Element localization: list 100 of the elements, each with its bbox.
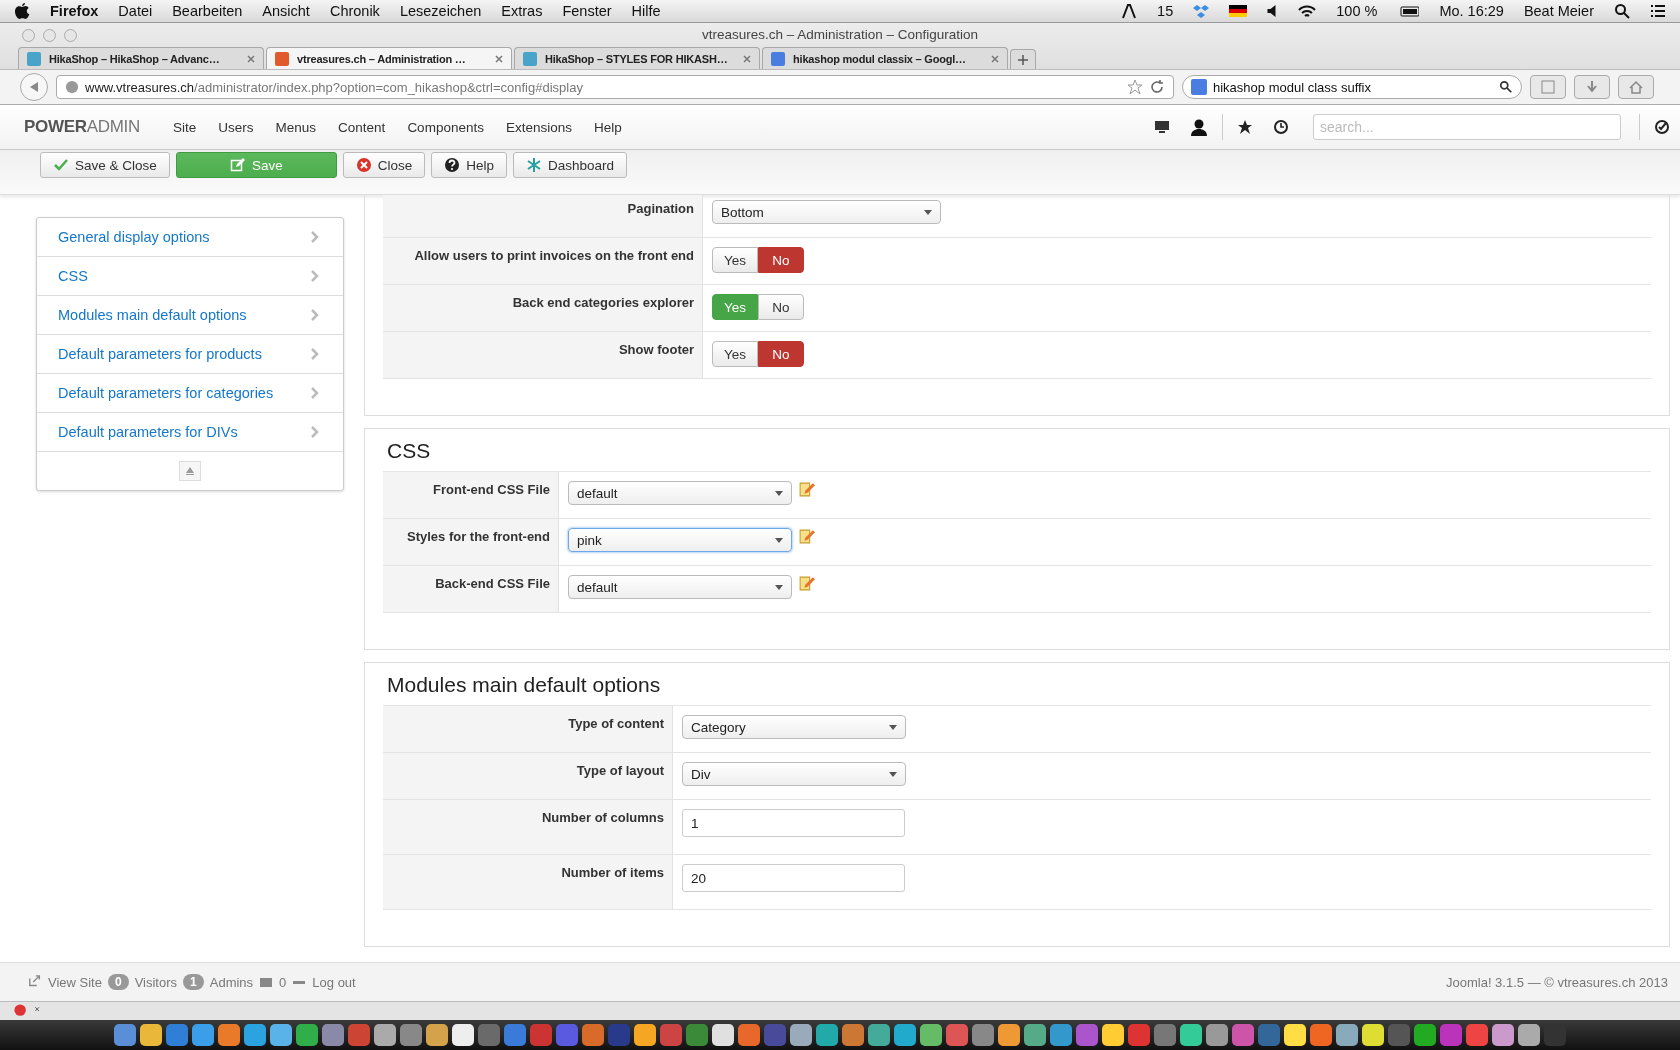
select-dropdown[interactable]: default — [568, 481, 792, 505]
notification-count: 15 — [1157, 3, 1174, 19]
close-icon[interactable] — [743, 54, 751, 63]
yes-button[interactable]: Yes — [712, 247, 758, 273]
dock-app-icon[interactable] — [1206, 1024, 1228, 1046]
select-dropdown[interactable]: Div — [682, 762, 906, 786]
logout-link[interactable]: Log out — [312, 974, 356, 990]
scroll-top-button[interactable] — [179, 461, 201, 481]
chevron-right-icon — [311, 348, 319, 360]
search-icon[interactable] — [1499, 80, 1513, 94]
browser-tab[interactable]: HikaShop – HikaShop – Advanc… — [18, 47, 264, 69]
menu-item[interactable]: Ansicht — [262, 3, 310, 19]
menu-item[interactable]: Lesezeichen — [399, 3, 482, 19]
dock-app-icon[interactable] — [998, 1024, 1020, 1046]
sidebar-link[interactable]: CSS — [37, 257, 343, 296]
dock-app-icon[interactable] — [270, 1024, 292, 1046]
address-bar[interactable]: www.vtreasures.ch/administrator/index.php?option=com_hikashop&ctrl=config#display — [56, 75, 1174, 99]
nav-link[interactable]: Help — [582, 119, 633, 135]
dock-app-icon[interactable] — [1102, 1024, 1124, 1046]
dock-app-icon[interactable] — [1024, 1024, 1046, 1046]
sidebar-link[interactable]: Default parameters for categories — [37, 374, 343, 413]
dock-app-icon[interactable] — [712, 1024, 734, 1046]
toolbar-button[interactable]: Close — [342, 152, 426, 178]
list-icon[interactable] — [1650, 3, 1666, 19]
dock-app-icon[interactable] — [452, 1024, 474, 1046]
dock-app-icon[interactable] — [140, 1024, 162, 1046]
dock-app-icon[interactable] — [790, 1024, 812, 1046]
toolbar-button[interactable]: Dashboard — [513, 152, 628, 178]
sidebar-link[interactable]: Default parameters for DIVs — [37, 413, 343, 452]
pencil-icon[interactable] — [798, 528, 815, 545]
dock-app-icon[interactable] — [894, 1024, 916, 1046]
browser-tab[interactable]: vtreasures.ch – Administration … — [266, 47, 512, 69]
select-dropdown[interactable]: default — [568, 575, 792, 599]
envelope-icon — [259, 976, 274, 988]
menu-item[interactable]: Hilfe — [631, 3, 661, 19]
nav-link[interactable]: Content — [327, 119, 397, 135]
yes-button[interactable]: Yes — [712, 341, 758, 367]
search-icon[interactable] — [1614, 3, 1630, 19]
chevron-right-icon — [311, 426, 319, 438]
pencil-icon[interactable] — [798, 575, 815, 592]
window-title: vtreasures.ch – Administration – Configuration — [701, 26, 979, 42]
dock-app-icon[interactable] — [634, 1024, 656, 1046]
search-field[interactable]: hikashop modul class suffix — [1182, 75, 1522, 99]
app-menu[interactable]: Firefox — [50, 3, 99, 19]
new-tab-button[interactable] — [1010, 49, 1036, 69]
dock-app-icon[interactable] — [1492, 1024, 1514, 1046]
nav-link[interactable]: Extensions — [494, 119, 583, 135]
dock-app-icon[interactable] — [192, 1024, 214, 1046]
dock-app-icon[interactable] — [920, 1024, 942, 1046]
toolbar-button[interactable]: Save & Close — [40, 152, 170, 178]
browser-tab[interactable]: HikaShop – STYLES FOR HIKASH… — [514, 47, 760, 69]
browser-tab[interactable]: hikashop modul classix – Googl… — [762, 47, 1008, 69]
toolbar-button[interactable]: Help — [431, 152, 508, 178]
menu-item[interactable]: Datei — [118, 3, 153, 19]
select-dropdown[interactable]: Category — [682, 715, 906, 739]
sidebar-link[interactable]: Default parameters for products — [37, 335, 343, 374]
pencil-icon[interactable] — [798, 481, 815, 498]
nav-link[interactable]: Menus — [264, 119, 328, 135]
help-icon — [444, 157, 461, 173]
dock-app-icon[interactable] — [868, 1024, 890, 1046]
dock-app-icon[interactable] — [1336, 1024, 1358, 1046]
dock-app-icon[interactable] — [1284, 1024, 1306, 1046]
dock-app-icon[interactable] — [296, 1024, 318, 1046]
dock-app-icon[interactable] — [1362, 1024, 1384, 1046]
dock-app-icon[interactable] — [218, 1024, 240, 1046]
reload-icon[interactable] — [1149, 79, 1165, 95]
no-button[interactable]: No — [758, 294, 804, 320]
dock-app-icon[interactable] — [244, 1024, 266, 1046]
input-field[interactable]: 20 — [682, 864, 905, 892]
asterisk-icon — [526, 157, 543, 173]
close-icon[interactable] — [991, 54, 999, 63]
dock-app-icon[interactable] — [816, 1024, 838, 1046]
menu-item[interactable]: Fenster — [562, 3, 612, 19]
nav-link[interactable]: Components — [396, 119, 495, 135]
sidebar-link[interactable]: Modules main default options — [37, 296, 343, 335]
back-button[interactable] — [20, 73, 48, 101]
no-button[interactable]: No — [758, 247, 804, 273]
dock-app-icon[interactable] — [1518, 1024, 1540, 1046]
select-dropdown[interactable]: pink — [568, 528, 792, 552]
no-button[interactable]: No — [758, 341, 804, 367]
sidebar-link[interactable]: General display options — [37, 218, 343, 257]
close-icon[interactable] — [247, 54, 255, 63]
select-dropdown[interactable]: Bottom — [712, 200, 941, 224]
menu-item[interactable]: Chronik — [329, 3, 380, 19]
home-button[interactable] — [1618, 75, 1654, 99]
close-icon[interactable] — [495, 54, 503, 63]
view-site-link[interactable]: View Site — [48, 974, 102, 990]
dock-app-icon[interactable] — [374, 1024, 396, 1046]
bookmark-icon — [1541, 80, 1555, 94]
user-name[interactable]: Beat Meier — [1523, 3, 1594, 19]
download-button[interactable] — [1574, 75, 1610, 99]
dock-app-icon[interactable] — [1180, 1024, 1202, 1046]
nav-link[interactable]: Site — [162, 119, 208, 135]
menu-item[interactable]: Bearbeiten — [172, 3, 243, 19]
menu-item[interactable]: Extras — [501, 3, 543, 19]
star-icon[interactable] — [1127, 79, 1143, 95]
input-field[interactable]: 1 — [682, 809, 905, 837]
search-field[interactable]: search... — [1313, 114, 1621, 140]
nav-link[interactable]: Users — [207, 119, 265, 135]
dock-app-icon[interactable] — [426, 1024, 448, 1046]
